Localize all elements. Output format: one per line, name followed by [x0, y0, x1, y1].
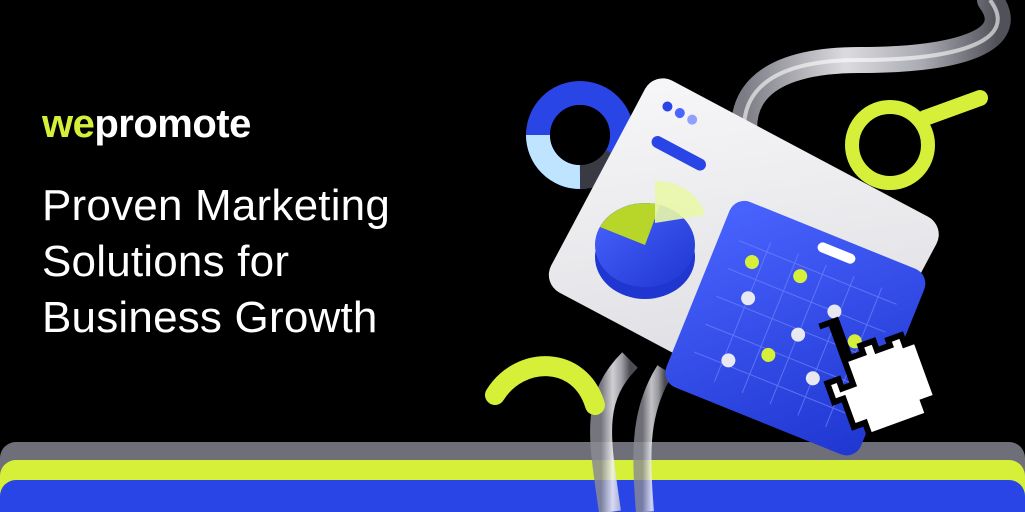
- marketing-illustration: [485, 0, 1011, 512]
- magnifier-icon: [845, 90, 988, 190]
- promo-banner: wepromote Proven Marketing Solutions for…: [0, 0, 1025, 512]
- headline-line-1: Proven Marketing: [42, 181, 391, 230]
- headline: Proven Marketing Solutions for Business …: [42, 178, 482, 346]
- headline-line-3: Business Growth: [42, 293, 378, 342]
- brand-logo-prefix: we: [42, 102, 95, 146]
- headline-line-2: Solutions for: [42, 237, 290, 286]
- brand-logo: wepromote: [42, 102, 251, 147]
- lime-arc-decoration: [485, 356, 605, 415]
- brand-logo-suffix: promote: [94, 102, 251, 146]
